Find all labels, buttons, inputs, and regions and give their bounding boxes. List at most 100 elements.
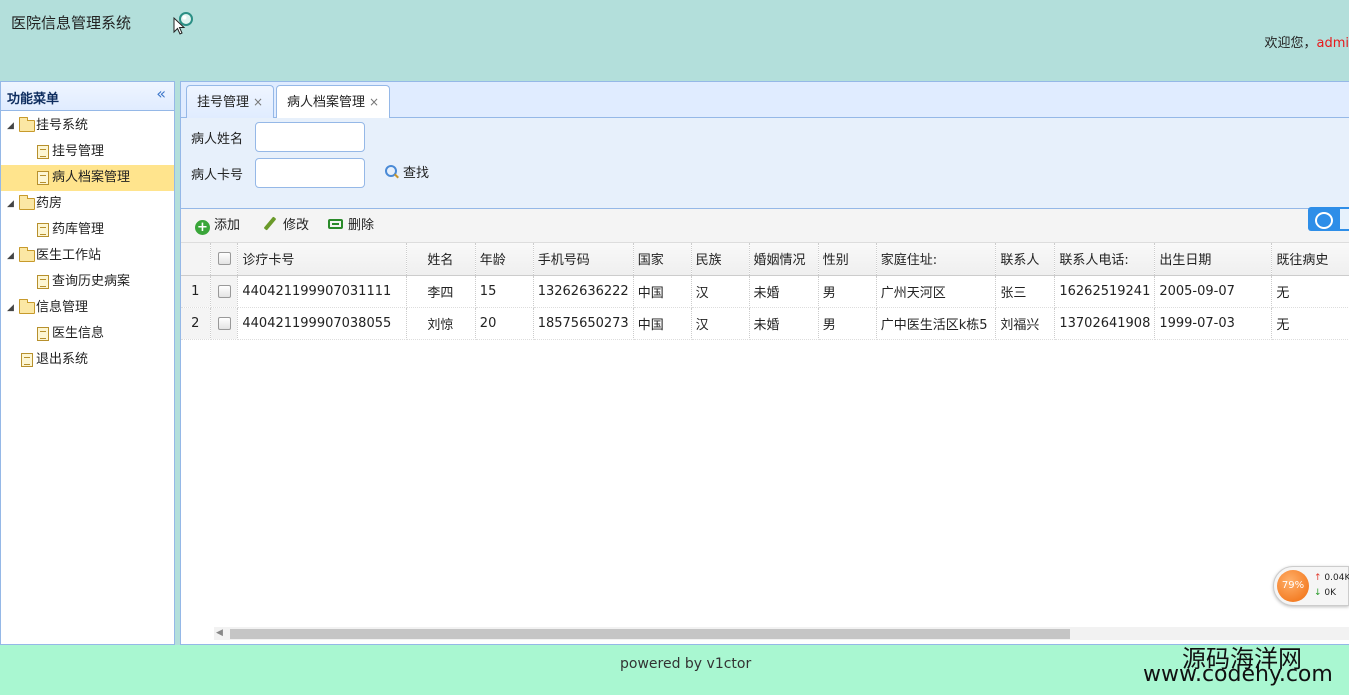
expand-triangle-icon[interactable]: ◢	[7, 243, 14, 269]
menu-item-registration-management[interactable]: 挂号管理	[1, 139, 174, 165]
expand-triangle-icon[interactable]: ◢	[7, 295, 14, 321]
welcome-message: 欢迎您，admi	[1264, 32, 1349, 51]
menu-item-logout[interactable]: 退出系统	[1, 347, 174, 373]
table-cell: 汉	[691, 275, 750, 308]
menu-item-case-history[interactable]: 查询历史病案	[1, 269, 174, 295]
table-cell: 2005-09-07	[1154, 275, 1273, 308]
column-header[interactable]: 联系人	[995, 243, 1056, 276]
magnifier-icon	[173, 12, 193, 35]
menu-group-pharmacy[interactable]: ◢ 药房	[1, 191, 174, 217]
column-header[interactable]: 出生日期	[1154, 243, 1273, 276]
table-cell: 刘福兴	[995, 307, 1056, 340]
search-icon	[385, 165, 399, 179]
column-header[interactable]: 国家	[633, 243, 692, 276]
add-icon: +	[195, 220, 210, 235]
column-header[interactable]: 手机号码	[533, 243, 634, 276]
table-cell: 未婚	[749, 307, 819, 340]
column-header[interactable]: 既往病史	[1271, 243, 1349, 276]
tab-label: 病人档案管理	[287, 95, 366, 110]
table-cell: 广中医生活区k栋5	[876, 307, 997, 340]
table-header-row: 诊疗卡号 姓名 年龄 手机号码 国家 民族 婚姻情况 性别 家庭住址: 联系人 …	[181, 243, 1349, 276]
tab-label: 挂号管理	[197, 95, 250, 110]
table-cell: 刘惊	[406, 307, 476, 340]
download-speed-value: 0K	[1324, 588, 1337, 598]
expand-triangle-icon[interactable]: ◢	[7, 113, 14, 139]
scroll-left-arrow-icon[interactable]: ◀	[216, 627, 223, 640]
column-header[interactable]: 婚姻情况	[749, 243, 819, 276]
table-cell: 13262636222	[533, 275, 634, 308]
menu-item-label: 查询历史病案	[52, 274, 131, 289]
menu-group-label: 挂号系统	[36, 118, 89, 133]
file-icon	[37, 171, 49, 185]
edit-button-label: 修改	[283, 218, 310, 233]
menu-item-label: 医生信息	[52, 326, 105, 341]
horizontal-scrollbar[interactable]: ◀	[214, 627, 1349, 640]
table-cell: 440421199907031111	[237, 275, 408, 308]
scrollbar-thumb[interactable]	[230, 629, 1070, 639]
pencil-icon	[263, 217, 277, 231]
tab-patient-records[interactable]: 病人档案管理 ×	[276, 85, 391, 119]
row-checkbox-cell[interactable]	[210, 275, 239, 308]
footer-credit: powered by v1ctor	[620, 656, 752, 672]
row-checkbox[interactable]	[217, 284, 231, 298]
column-header[interactable]: 家庭住址:	[876, 243, 997, 276]
column-header[interactable]: 姓名	[406, 243, 476, 276]
expand-triangle-icon[interactable]: ◢	[7, 191, 14, 217]
edit-button[interactable]: 修改	[263, 216, 309, 236]
column-header[interactable]: 民族	[691, 243, 750, 276]
select-all-checkbox[interactable]	[217, 252, 231, 266]
table-row[interactable]: 2 440421199907038055 刘惊 20 18575650273 中…	[181, 307, 1349, 340]
menu-item-label: 药库管理	[52, 222, 105, 237]
select-all-checkbox-cell[interactable]	[210, 243, 239, 276]
patient-name-input[interactable]	[255, 122, 365, 152]
column-header[interactable]: 年龄	[475, 243, 534, 276]
row-checkbox[interactable]	[217, 316, 231, 330]
username-link[interactable]: admi	[1317, 36, 1349, 51]
grid-toolbar: + 添加 修改 删除	[181, 207, 1349, 243]
baidu-tool-icon[interactable]	[1308, 207, 1349, 231]
menu-item-doctor-info[interactable]: 医生信息	[1, 321, 174, 347]
memory-usage-ball[interactable]: 79%	[1277, 570, 1309, 602]
column-header[interactable]: 联系人电话:	[1054, 243, 1156, 276]
table-row[interactable]: 1 440421199907031111 李四 15 13262636222 中…	[181, 275, 1349, 308]
table-cell: 未婚	[749, 275, 819, 308]
delete-button[interactable]: 删除	[328, 216, 374, 236]
menu-item-drug-storage[interactable]: 药库管理	[1, 217, 174, 243]
column-header[interactable]: 诊疗卡号	[237, 243, 408, 276]
delete-button-label: 删除	[348, 218, 375, 233]
search-panel: 病人姓名 病人卡号 查找	[181, 118, 1349, 209]
menu-item-label: 退出系统	[36, 352, 89, 367]
tab-registration-management[interactable]: 挂号管理 ×	[186, 85, 275, 118]
menu-group-info-management[interactable]: ◢ 信息管理	[1, 295, 174, 321]
menu-group-label: 信息管理	[36, 300, 89, 315]
sidebar-title: 功能菜单	[7, 92, 60, 107]
collapse-sidebar-icon[interactable]: «	[156, 86, 166, 102]
patient-card-input[interactable]	[255, 158, 365, 188]
row-number: 2	[181, 307, 211, 340]
network-speed-widget[interactable]: 79% ↑ 0.04K ↓ 0K	[1273, 566, 1349, 606]
delete-icon	[328, 219, 343, 229]
patient-datagrid: 诊疗卡号 姓名 年龄 手机号码 国家 民族 婚姻情况 性别 家庭住址: 联系人 …	[181, 243, 1349, 340]
up-arrow-icon: ↑	[1314, 573, 1322, 583]
column-header[interactable]: 性别	[818, 243, 877, 276]
folder-icon	[19, 195, 35, 210]
folder-icon	[19, 117, 35, 132]
find-button[interactable]: 查找	[385, 164, 429, 184]
row-checkbox-cell[interactable]	[210, 307, 239, 340]
menu-item-label: 挂号管理	[52, 144, 105, 159]
table-cell: 20	[475, 307, 534, 340]
add-button[interactable]: + 添加	[195, 216, 240, 236]
tab-close-icon[interactable]: ×	[369, 95, 379, 109]
menu-group-registration[interactable]: ◢ 挂号系统	[1, 113, 174, 139]
menu-tree: ◢ 挂号系统 挂号管理 病人档案管理 ◢ 药房 药库管理 ◢ 医生工作站 查询历…	[1, 111, 174, 373]
table-cell: 无	[1271, 307, 1349, 340]
table-cell: 无	[1271, 275, 1349, 308]
app-title: 医院信息管理系统	[11, 14, 132, 32]
menu-item-patient-records[interactable]: 病人档案管理	[1, 165, 174, 191]
tab-close-icon[interactable]: ×	[253, 95, 263, 109]
menu-group-label: 药房	[36, 196, 63, 211]
table-cell: 男	[818, 307, 877, 340]
sidebar: 功能菜单 « ◢ 挂号系统 挂号管理 病人档案管理 ◢ 药房 药库管理 ◢ 医生…	[0, 81, 175, 645]
upload-speed-value: 0.04K	[1324, 573, 1349, 583]
menu-group-doctor-workstation[interactable]: ◢ 医生工作站	[1, 243, 174, 269]
